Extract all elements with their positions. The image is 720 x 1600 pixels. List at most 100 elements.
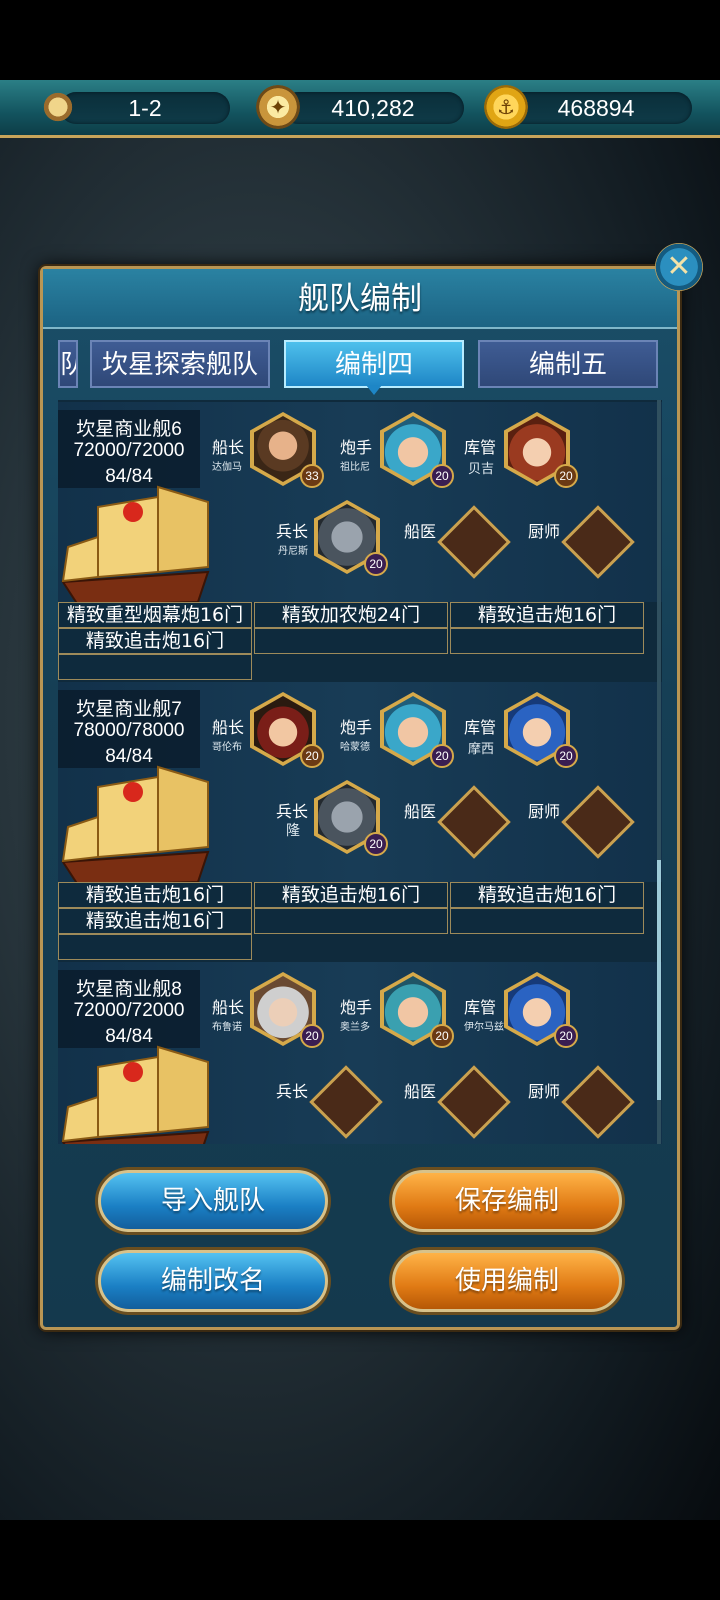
rename-formation-button[interactable]: 编制改名	[98, 1250, 328, 1312]
ship-name: 坎星商业舰7	[76, 699, 182, 720]
button-label: 使用编制	[454, 1266, 559, 1296]
ship-card[interactable]: 坎星商业舰6 72000/72000 84/84 船长 达伽马 33 炮手 祖比…	[58, 402, 662, 682]
level-badge: 20	[430, 464, 454, 488]
storekeeper-portrait[interactable]: 20	[504, 412, 578, 488]
level-badge: 20	[364, 832, 388, 856]
tab-label: 队	[60, 350, 76, 380]
gold-value: 468894	[557, 95, 635, 121]
tab-formation-four[interactable]: 编制四	[284, 340, 464, 395]
storekeeper-name: 摩西	[468, 742, 495, 757]
ship-card[interactable]: 坎星商业舰8 72000/72000 84/84 船长 布鲁诺 20 炮手 奥兰…	[58, 962, 662, 1144]
equipment-slot[interactable]: 精致追击炮16门	[254, 882, 448, 908]
tab-label: 编制五	[528, 350, 607, 380]
role-storekeeper: 库管	[464, 438, 497, 457]
equipment-grid: 精致追击炮16门 精致追击炮16门 精致追击炮16门 精致追击炮16门	[58, 882, 662, 962]
junk-ship-image	[61, 765, 210, 887]
junk-ship-image	[61, 1045, 210, 1144]
use-formation-button[interactable]: 使用编制	[392, 1250, 622, 1312]
tab-partial[interactable]: 队	[58, 340, 78, 388]
ship-name: 坎星商业舰8	[76, 979, 182, 1000]
equipment-slot[interactable]	[450, 908, 644, 934]
anchor-glyph: ⚓	[497, 95, 515, 119]
level-badge: 20	[430, 1024, 454, 1048]
junk-ship-image	[61, 485, 210, 607]
level-badge: 20	[554, 1024, 578, 1048]
storekeeper-portrait[interactable]: 20	[504, 972, 578, 1048]
close-button[interactable]: ✕	[655, 243, 703, 291]
scrollbar-thumb[interactable]	[657, 860, 661, 1100]
marine-name: 隆	[286, 823, 300, 839]
gunner-name: 奥兰多	[340, 1022, 370, 1033]
stage-pill: 1-2	[60, 92, 230, 124]
role-captain: 船长	[212, 718, 245, 737]
button-label: 编制改名	[160, 1266, 265, 1296]
gunner-name: 哈蒙德	[340, 742, 370, 753]
status-bar-area	[0, 0, 720, 80]
equipment-slot[interactable]	[58, 934, 252, 960]
navigation-bar-area	[0, 1520, 720, 1600]
role-storekeeper: 库管	[464, 718, 497, 737]
resource-bar: 1-2 410,282 ✦ 468894 ⚓	[0, 80, 720, 138]
equipment-slot[interactable]: 精致追击炮16门	[450, 882, 644, 908]
equipment-slot[interactable]: 精致追击炮16门	[58, 628, 252, 654]
role-captain: 船长	[212, 438, 245, 457]
role-doctor: 船医	[404, 522, 437, 541]
captain-portrait[interactable]: 20	[250, 692, 324, 768]
level-badge: 20	[300, 744, 324, 768]
role-marine: 兵长	[276, 522, 309, 541]
level-badge: 33	[300, 464, 324, 488]
role-gunner: 炮手	[340, 998, 373, 1017]
equipment-slot[interactable]: 精致追击炮16门	[58, 908, 252, 934]
ship-durability: 72000/72000	[73, 440, 185, 461]
gunner-name: 祖比尼	[340, 462, 370, 473]
level-badge: 20	[430, 744, 454, 768]
storekeeper-name: 贝吉	[468, 462, 495, 477]
captain-portrait[interactable]: 20	[250, 972, 324, 1048]
level-badge: 20	[300, 1024, 324, 1048]
tab-label: 编制四	[334, 350, 413, 380]
ship-card[interactable]: 坎星商业舰7 78000/78000 84/84 船长 哥伦布 20 炮手 哈蒙…	[58, 682, 662, 962]
role-captain: 船长	[212, 998, 245, 1017]
captain-name: 达伽马	[212, 462, 242, 473]
storekeeper-name: 伊尔马兹	[464, 1022, 504, 1033]
equipment-slot[interactable]: 精致重型烟幕炮16门	[58, 602, 252, 628]
equipment-slot[interactable]: 精致追击炮16门	[58, 882, 252, 908]
compass-glyph: ✦	[269, 95, 287, 119]
equipment-slot[interactable]	[254, 628, 448, 654]
equipment-slot[interactable]: 精致追击炮16门	[450, 602, 644, 628]
equipment-slot[interactable]	[450, 628, 644, 654]
gunner-portrait[interactable]: 20	[380, 412, 454, 488]
equipment-grid: 精致重型烟幕炮16门 精致加农炮24门 精致追击炮16门 精致追击炮16门	[58, 602, 662, 682]
panel-title: 舰队编制	[298, 281, 422, 317]
equipment-slot[interactable]	[58, 654, 252, 680]
equipment-slot[interactable]: 精致加农炮24门	[254, 602, 448, 628]
anchor-coin-icon: ⚓	[484, 85, 528, 129]
tab-formation-five[interactable]: 编制五	[478, 340, 658, 388]
captain-portrait[interactable]: 33	[250, 412, 324, 488]
role-doctor: 船医	[404, 1082, 437, 1101]
gunner-portrait[interactable]: 20	[380, 972, 454, 1048]
marine-portrait[interactable]: 20	[314, 500, 388, 576]
tab-kanxing-explore-fleet[interactable]: 坎星探索舰队	[90, 340, 270, 388]
silver-value: 410,282	[331, 95, 415, 121]
ship-name: 坎星商业舰6	[76, 419, 182, 440]
gold-pill: 468894	[500, 92, 692, 124]
button-label: 导入舰队	[160, 1186, 265, 1216]
level-badge: 20	[364, 552, 388, 576]
marine-name: 丹尼斯	[278, 546, 308, 557]
captain-name: 哥伦布	[212, 742, 242, 753]
role-chef: 厨师	[528, 522, 561, 541]
gunner-portrait[interactable]: 20	[380, 692, 454, 768]
role-marine: 兵长	[276, 802, 309, 821]
marine-portrait[interactable]: 20	[314, 780, 388, 856]
game-scene: 1-2 410,282 ✦ 468894 ⚓ 舰队编制 ✕ 队 坎星探索舰队 编…	[0, 0, 720, 1600]
ship-list[interactable]: 坎星商业舰6 72000/72000 84/84 船长 达伽马 33 炮手 祖比…	[58, 400, 662, 1144]
storekeeper-portrait[interactable]: 20	[504, 692, 578, 768]
level-badge: 20	[554, 744, 578, 768]
import-fleet-button[interactable]: 导入舰队	[98, 1170, 328, 1232]
ship-durability: 78000/78000	[73, 720, 185, 741]
role-chef: 厨师	[528, 1082, 561, 1101]
role-gunner: 炮手	[340, 438, 373, 457]
equipment-slot[interactable]	[254, 908, 448, 934]
save-formation-button[interactable]: 保存编制	[392, 1170, 622, 1232]
